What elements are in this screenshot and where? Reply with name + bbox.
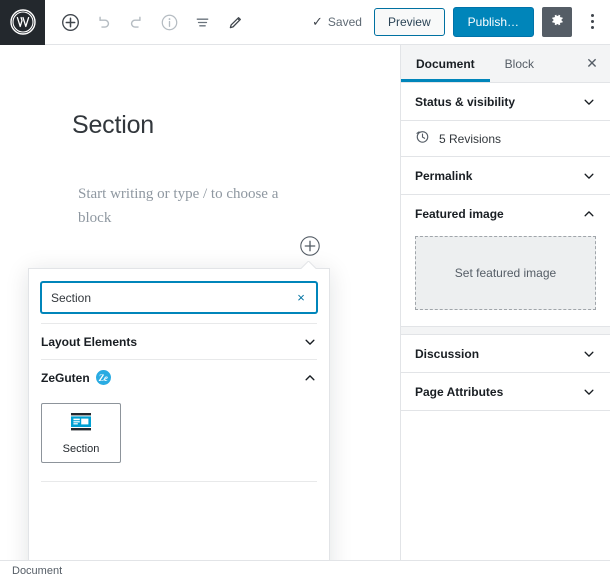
chevron-down-icon xyxy=(303,335,317,349)
inserter-category-layout-elements[interactable]: Layout Elements xyxy=(41,323,317,359)
add-block-icon[interactable] xyxy=(55,7,85,37)
panel-title: Featured image xyxy=(415,206,504,221)
panel-featured-image-header[interactable]: Featured image xyxy=(401,195,610,232)
tab-document[interactable]: Document xyxy=(401,45,490,82)
toolbar-icon-group xyxy=(55,7,250,37)
close-sidebar-icon[interactable]: ✕ xyxy=(574,45,610,82)
panel-permalink: Permalink xyxy=(401,157,610,195)
preview-button[interactable]: Preview xyxy=(373,7,445,37)
settings-gear-button[interactable] xyxy=(542,6,572,37)
panel-page-attributes: Page Attributes xyxy=(401,373,610,411)
zeguten-badge-icon: Ze xyxy=(95,370,111,385)
panel-discussion: Discussion xyxy=(401,335,610,373)
panel-page-attributes-header[interactable]: Page Attributes xyxy=(401,373,610,410)
undo-icon[interactable] xyxy=(88,7,118,37)
block-navigation-icon[interactable] xyxy=(187,7,217,37)
kebab-menu-icon xyxy=(590,20,594,24)
edit-pencil-icon[interactable] xyxy=(220,7,250,37)
more-options-button[interactable] xyxy=(580,7,604,37)
saved-indicator: ✓ Saved xyxy=(312,15,362,29)
kebab-menu-icon xyxy=(590,26,594,30)
panel-title: Discussion xyxy=(415,346,480,361)
block-item-section[interactable]: Section xyxy=(41,403,121,463)
inserter-search-box[interactable]: × xyxy=(41,282,317,313)
popover-arrow xyxy=(301,261,316,269)
set-featured-image-button[interactable]: Set featured image xyxy=(415,236,596,310)
post-title[interactable]: Section xyxy=(72,111,154,140)
chevron-down-icon xyxy=(582,95,596,109)
check-icon: ✓ xyxy=(312,14,323,30)
settings-sidebar: Document Block ✕ Status & visibility 5 R… xyxy=(400,45,610,560)
inserter-divider xyxy=(41,481,317,482)
sidebar-tabs: Document Block ✕ xyxy=(401,45,610,83)
panel-title: Permalink xyxy=(415,168,473,183)
category-label: Layout Elements xyxy=(41,334,138,349)
status-bar: Document xyxy=(0,560,610,580)
panel-title: Page Attributes xyxy=(415,384,504,399)
panel-status-visibility-header[interactable]: Status & visibility xyxy=(401,83,610,120)
chevron-down-icon xyxy=(582,385,596,399)
chevron-down-icon xyxy=(582,169,596,183)
info-icon[interactable] xyxy=(154,7,184,37)
search-input[interactable] xyxy=(42,283,316,312)
block-inserter-popover: × Layout Elements ZeGuten Ze xyxy=(28,268,330,560)
publish-button[interactable]: Publish… xyxy=(452,6,534,38)
redo-icon[interactable] xyxy=(121,7,151,37)
inserter-block-grid: Section xyxy=(29,395,329,463)
saved-label: Saved xyxy=(327,14,362,29)
inserter-category-zeguten[interactable]: ZeGuten Ze xyxy=(41,359,317,395)
revisions-row[interactable]: 5 Revisions xyxy=(401,121,610,157)
panel-permalink-header[interactable]: Permalink xyxy=(401,157,610,194)
editor-canvas: Section Start writing or type / to choos… xyxy=(0,45,400,560)
featured-image-body: Set featured image xyxy=(401,232,610,326)
section-block-icon xyxy=(70,412,92,437)
panel-status-visibility: Status & visibility xyxy=(401,83,610,121)
gear-icon xyxy=(549,12,565,31)
panel-discussion-header[interactable]: Discussion xyxy=(401,335,610,372)
paragraph-placeholder[interactable]: Start writing or type / to choose a bloc… xyxy=(78,182,288,230)
panel-title: Status & visibility xyxy=(415,94,516,109)
chevron-down-icon xyxy=(582,347,596,361)
plus-circle-icon xyxy=(299,236,321,261)
revisions-label: 5 Revisions xyxy=(439,131,502,146)
wordpress-logo[interactable] xyxy=(0,0,45,45)
kebab-menu-icon xyxy=(590,14,594,18)
block-item-label: Section xyxy=(62,442,100,455)
panel-featured-image: Featured image Set featured image xyxy=(401,195,610,326)
tab-block[interactable]: Block xyxy=(490,45,549,82)
toolbar-actions: ✓ Saved Preview Publish… xyxy=(312,6,610,38)
status-bar-label: Document xyxy=(12,564,63,577)
gutenberg-editor-window: ✓ Saved Preview Publish… Section Start w… xyxy=(0,0,610,580)
inserter-search-area: × xyxy=(29,269,329,323)
editor-toolbar: ✓ Saved Preview Publish… xyxy=(0,0,610,45)
category-label: ZeGuten xyxy=(41,370,90,385)
chevron-up-icon xyxy=(303,371,317,385)
clear-search-icon[interactable]: × xyxy=(292,289,310,307)
sidebar-section-gap xyxy=(401,326,610,335)
clock-revisions-icon xyxy=(415,129,430,149)
inline-block-inserter-button[interactable] xyxy=(299,235,321,257)
set-featured-image-label: Set featured image xyxy=(454,266,557,280)
chevron-up-icon xyxy=(582,207,596,221)
